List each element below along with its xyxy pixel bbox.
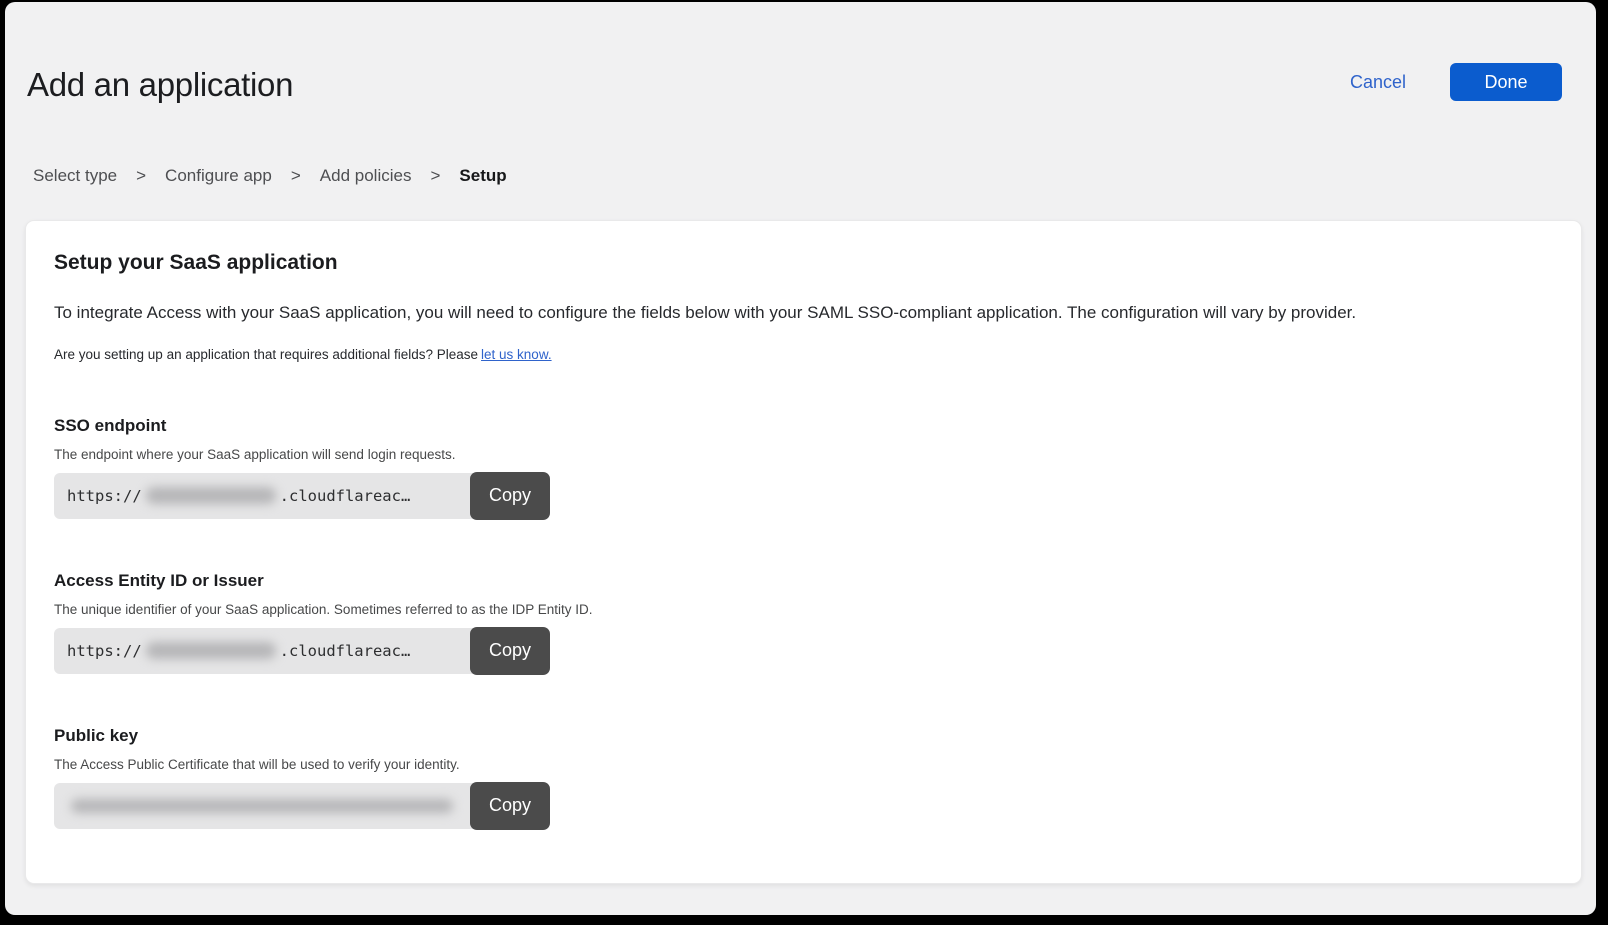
- breadcrumb: Select type > Configure app > Add polici…: [5, 166, 1596, 186]
- access-entity-id-value[interactable]: https:// .cloudflareac…: [54, 628, 474, 674]
- breadcrumb-separator: >: [136, 166, 146, 186]
- done-button[interactable]: Done: [1450, 63, 1562, 101]
- copy-access-entity-id-button[interactable]: Copy: [470, 627, 550, 675]
- card-note: Are you setting up an application that r…: [54, 347, 1553, 362]
- sso-endpoint-value[interactable]: https:// .cloudflareac…: [54, 473, 474, 519]
- copy-sso-endpoint-button[interactable]: Copy: [470, 472, 550, 520]
- breadcrumb-step-setup: Setup: [459, 166, 506, 186]
- breadcrumb-separator: >: [430, 166, 440, 186]
- value-suffix: .cloudflareac…: [280, 487, 411, 505]
- access-entity-id-value-group: https:// .cloudflareac… Copy: [54, 628, 550, 674]
- card-intro: To integrate Access with your SaaS appli…: [54, 302, 1553, 325]
- field-label: SSO endpoint: [54, 416, 1553, 436]
- redacted-value-blur: [146, 487, 276, 504]
- copy-public-key-button[interactable]: Copy: [470, 782, 550, 830]
- value-prefix: https://: [67, 487, 142, 505]
- field-sso-endpoint: SSO endpoint The endpoint where your Saa…: [54, 416, 1553, 519]
- public-key-value[interactable]: [54, 783, 474, 829]
- field-label: Public key: [54, 726, 1553, 746]
- public-key-value-group: Copy: [54, 783, 550, 829]
- card-heading: Setup your SaaS application: [54, 251, 1553, 275]
- field-description: The endpoint where your SaaS application…: [54, 447, 1553, 462]
- field-label: Access Entity ID or Issuer: [54, 571, 1553, 591]
- field-description: The Access Public Certificate that will …: [54, 757, 1553, 772]
- field-public-key: Public key The Access Public Certificate…: [54, 726, 1553, 829]
- header-actions: Cancel Done: [1350, 63, 1562, 101]
- field-access-entity-id: Access Entity ID or Issuer The unique id…: [54, 571, 1553, 674]
- redacted-value-blur: [146, 642, 276, 659]
- cancel-button[interactable]: Cancel: [1350, 72, 1406, 93]
- breadcrumb-step-select-type[interactable]: Select type: [33, 166, 117, 186]
- app-window: Add an application Cancel Done Select ty…: [5, 2, 1596, 915]
- page-title: Add an application: [27, 66, 1562, 104]
- note-text: Are you setting up an application that r…: [54, 347, 478, 362]
- field-description: The unique identifier of your SaaS appli…: [54, 602, 1553, 617]
- redacted-value-blur: [71, 799, 453, 813]
- breadcrumb-separator: >: [291, 166, 301, 186]
- setup-card: Setup your SaaS application To integrate…: [25, 220, 1582, 884]
- breadcrumb-step-configure-app[interactable]: Configure app: [165, 166, 272, 186]
- breadcrumb-step-add-policies[interactable]: Add policies: [320, 166, 412, 186]
- page-header: Add an application Cancel Done: [5, 2, 1596, 104]
- let-us-know-link[interactable]: let us know.: [481, 347, 552, 362]
- value-prefix: https://: [67, 642, 142, 660]
- sso-endpoint-value-group: https:// .cloudflareac… Copy: [54, 473, 550, 519]
- value-suffix: .cloudflareac…: [280, 642, 411, 660]
